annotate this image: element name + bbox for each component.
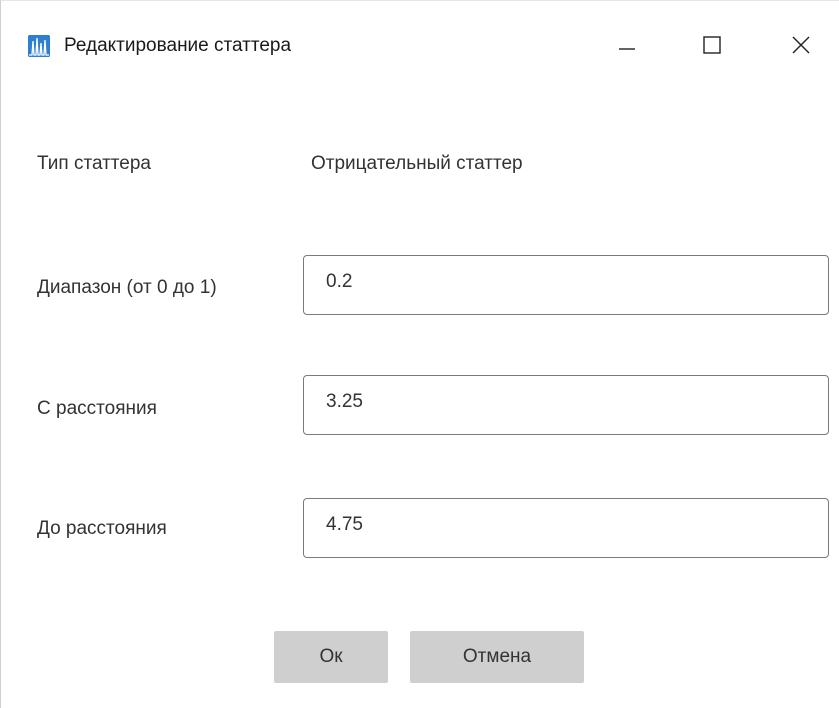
to-distance-label: До расстояния [37, 518, 167, 539]
to-distance-field[interactable] [303, 498, 829, 558]
spectrum-chart-icon [28, 35, 50, 57]
cancel-button[interactable]: Отмена [410, 631, 584, 683]
from-distance-label: С расстояния [37, 398, 157, 419]
minimize-icon [617, 35, 637, 55]
stutter-type-label: Тип статтера [37, 153, 151, 174]
window-title: Редактирование статтера [64, 35, 292, 56]
from-distance-field[interactable] [303, 375, 829, 435]
dialog-window: Редактирование статтера Тип статтера Отр… [0, 0, 839, 708]
maximize-icon [702, 35, 722, 55]
title-bar[interactable]: Редактирование статтера [1, 1, 839, 89]
maximize-button[interactable] [689, 25, 735, 65]
ok-button[interactable]: Ок [274, 631, 388, 683]
range-label: Диапазон (от 0 до 1) [37, 277, 217, 298]
to-distance-input[interactable] [304, 499, 828, 557]
close-button[interactable] [778, 25, 824, 65]
range-field[interactable] [303, 255, 829, 315]
close-icon [791, 35, 811, 55]
from-distance-input[interactable] [304, 376, 828, 434]
range-input[interactable] [304, 256, 828, 314]
minimize-button[interactable] [604, 25, 650, 65]
stutter-type-value: Отрицательный статтер [311, 153, 523, 174]
